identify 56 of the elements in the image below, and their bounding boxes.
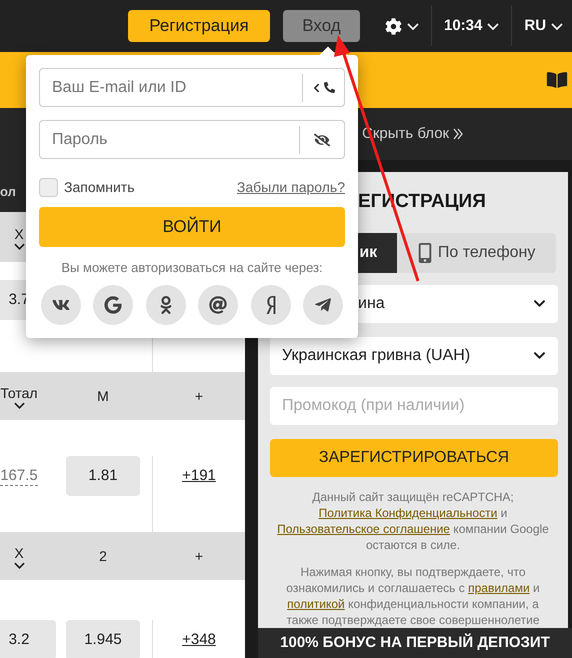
eye-slash-icon[interactable] bbox=[314, 132, 330, 146]
settings-icon bbox=[385, 18, 402, 34]
registration-tab[interactable]: По телефону bbox=[397, 232, 556, 273]
disclaimer-text: Данный сайт защищён reCAPTCHA; Политика Конфиденциальности и Пользовательское соглашение компании Google остаются в силе. bbox=[276, 489, 550, 554]
register-submit-button[interactable]: ЗАРЕГИСТРИРОВАТЬСЯ bbox=[270, 438, 558, 478]
social-login-button[interactable] bbox=[302, 284, 343, 324]
column-heading: X bbox=[14, 544, 24, 562]
chevron-down-icon bbox=[407, 22, 419, 30]
language-dropdown[interactable]: RU bbox=[524, 14, 564, 38]
email-field[interactable]: Ваш E-mail или ID bbox=[39, 68, 345, 107]
social-login-button[interactable] bbox=[146, 284, 186, 324]
column-heading: + bbox=[194, 387, 204, 405]
social-login-button[interactable] bbox=[250, 284, 291, 324]
register-button[interactable]: Регистрация bbox=[128, 10, 270, 42]
phone-toggle-icon[interactable] bbox=[312, 82, 335, 93]
social-login-button[interactable] bbox=[198, 284, 238, 324]
chevron-down-icon bbox=[487, 22, 500, 30]
policy-link[interactable]: правилами bbox=[468, 581, 530, 596]
more-markets-link[interactable]: +348 bbox=[182, 628, 216, 652]
forgot-password-link[interactable]: Забыли пароль? bbox=[236, 177, 345, 198]
disclaimer-text: Нажимая кнопку, вы подтверждаете, что ознакомились и соглашаетесь с правилами и политикой конфиденциальности компании, а также подтверждаете свое совершеннолетие bbox=[285, 564, 541, 628]
paper-plane-icon bbox=[314, 296, 332, 314]
column-heading: ол bbox=[0, 185, 16, 198]
policy-link[interactable]: Политика Конфиденциальности bbox=[318, 506, 498, 520]
password-field[interactable]: Пароль bbox=[39, 120, 345, 159]
social-login-button[interactable] bbox=[93, 284, 134, 324]
settings-button[interactable] bbox=[385, 18, 419, 34]
book-icon[interactable] bbox=[546, 71, 568, 89]
social-login-caption: Вы можете авторизоваться на сайте через: bbox=[60, 259, 324, 277]
chevron-down-icon bbox=[551, 22, 564, 30]
policy-link[interactable]: политикой bbox=[287, 597, 345, 612]
time-dropdown[interactable]: 10:34 bbox=[444, 14, 500, 38]
double-chevron-icon bbox=[453, 128, 464, 140]
remember-checkbox[interactable] bbox=[39, 178, 58, 197]
policy-link[interactable]: Пользовательское соглашение bbox=[277, 522, 450, 536]
g-letter-icon bbox=[104, 296, 122, 314]
column-heading: Тотал bbox=[0, 384, 38, 402]
bonus-banner: 100% БОНУС НА ПЕРВЫЙ ДЕПОЗИТ bbox=[258, 628, 572, 658]
line-value: 167.5 bbox=[0, 466, 38, 486]
promo-code-field[interactable]: Промокод (при наличии) bbox=[270, 386, 558, 425]
password-input[interactable]: Пароль bbox=[40, 121, 299, 158]
column-heading: 2 bbox=[99, 547, 107, 565]
at-sign-icon bbox=[209, 296, 228, 314]
more-markets-link[interactable]: +191 bbox=[182, 464, 216, 488]
odds-cell[interactable]: 1.81 bbox=[66, 456, 140, 496]
column-heading: X bbox=[14, 224, 24, 242]
remember-label: Запомнить bbox=[64, 178, 134, 197]
phone-icon bbox=[418, 242, 432, 263]
odds-cell[interactable]: 1.945 bbox=[66, 620, 140, 658]
login-button[interactable]: Вход bbox=[283, 10, 360, 42]
select-field[interactable]: Украинская гривна (UAH) bbox=[270, 336, 558, 375]
column-heading: M bbox=[97, 387, 109, 405]
odds-cell[interactable]: 3.2 bbox=[0, 620, 56, 658]
column-heading: + bbox=[194, 547, 204, 565]
login-submit-button[interactable]: ВОЙТИ bbox=[39, 207, 345, 247]
social-login-button[interactable] bbox=[41, 284, 81, 324]
